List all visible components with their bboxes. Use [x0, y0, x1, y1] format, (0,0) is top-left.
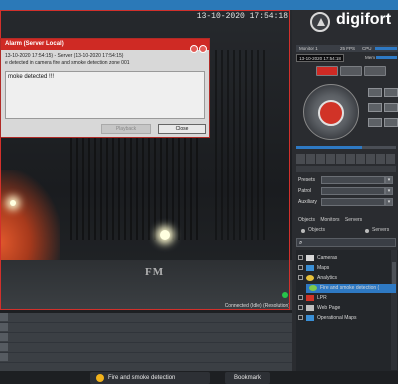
expand-icon[interactable] — [298, 295, 303, 301]
preset-keypad[interactable] — [296, 154, 396, 164]
tab-objects[interactable]: Objects — [298, 217, 315, 223]
expand-icon[interactable] — [298, 305, 303, 311]
iris-open-button[interactable] — [368, 118, 382, 127]
patrol-select[interactable] — [321, 187, 385, 195]
log-row-icon — [0, 313, 8, 321]
tree-item-label: Analytics — [317, 275, 338, 281]
playback-button[interactable]: Playback — [101, 124, 151, 134]
presets-label: Presets — [298, 177, 315, 183]
taskbar-fire-detection-label: Fire and smoke detection — [108, 375, 176, 381]
ptz-speed-slider-fill — [296, 146, 362, 149]
tree-item-label: Maps — [317, 265, 330, 271]
log-row[interactable] — [0, 313, 292, 323]
zoom-out-button[interactable] — [384, 88, 398, 97]
expand-icon[interactable] — [298, 315, 303, 321]
presets-dropdown-arrow[interactable]: ▾ — [385, 176, 393, 184]
taskbar-bookmark-label: Bookmark — [233, 375, 261, 381]
collapse-icon[interactable] — [298, 275, 303, 281]
tree-item-cameras[interactable]: Cameras — [296, 254, 390, 263]
log-row[interactable] — [0, 323, 292, 333]
tree-item-lpr[interactable]: LPR — [296, 294, 390, 303]
tab-servers[interactable]: Servers — [345, 217, 362, 223]
log-row-icon — [0, 323, 8, 331]
auxiliary-select[interactable] — [321, 198, 385, 206]
tree-item-label: LPR — [317, 295, 327, 301]
log-row-icon — [0, 333, 8, 341]
analytics-object-icon — [309, 284, 317, 291]
taskbar-fire-detection-button[interactable]: Fire and smoke detection — [90, 372, 210, 384]
log-row[interactable] — [0, 353, 292, 363]
tab-monitors[interactable]: Monitors — [320, 217, 339, 223]
monitor-label: Monitor 1 — [299, 46, 318, 51]
taskbar: Fire and smoke detection Bookmark — [0, 371, 398, 384]
search-icon: ⌕ — [299, 240, 303, 246]
close-icon[interactable] — [199, 45, 207, 53]
taskbar-bookmark-button[interactable]: Bookmark — [225, 372, 270, 384]
tree-item-analytics[interactable]: Analytics — [296, 274, 390, 283]
focus-near-button[interactable] — [368, 103, 382, 112]
logo-text: digifort — [336, 11, 392, 28]
minimize-icon[interactable] — [190, 45, 198, 53]
ptz-center-button[interactable] — [318, 100, 344, 126]
map-icon — [306, 264, 314, 271]
auxiliary-dropdown-arrow[interactable]: ▾ — [385, 198, 393, 206]
log-row-icon — [0, 343, 8, 351]
objects-radio-label: Objects — [308, 227, 325, 233]
analytics-icon — [306, 274, 314, 281]
alarm-time-line: 13-10-2020 17:54:15) - Server (13-10-202… — [5, 53, 124, 59]
object-search-input[interactable]: ⌕ — [296, 238, 396, 247]
zoom-in-button[interactable] — [368, 88, 382, 97]
patrol-label: Patrol — [298, 188, 312, 194]
event-log — [0, 313, 292, 371]
ptz-presets-tab[interactable] — [340, 66, 362, 76]
objects-radio[interactable] — [301, 229, 305, 233]
alarm-dialog-window-controls — [189, 40, 207, 58]
cpu-label: CPU — [362, 46, 372, 51]
camera-icon — [306, 254, 314, 261]
expand-icon[interactable] — [298, 255, 303, 261]
close-button[interactable]: Close — [158, 124, 206, 134]
patrol-dropdown-arrow[interactable]: ▾ — [385, 187, 393, 195]
log-row-icon — [0, 353, 8, 361]
tree-item-web-page[interactable]: Web Page — [296, 304, 390, 313]
ptz-control-tab[interactable] — [316, 66, 338, 76]
presets-select[interactable] — [321, 176, 385, 184]
panel-timestamp: 13-10-2020 17:54:18 — [296, 54, 344, 62]
tree-item-label: Web Page — [317, 305, 341, 311]
tree-item-label: Operational Maps — [317, 315, 357, 321]
lpr-icon — [306, 294, 314, 301]
mem-usage-bar — [376, 56, 397, 59]
tree-item-fire-smoke-detection[interactable]: Fire and smoke detection ( — [306, 284, 396, 293]
fps-label: 25 FPS — [340, 46, 356, 51]
iris-close-button[interactable] — [384, 118, 398, 127]
tree-item-label: Cameras — [317, 255, 338, 261]
mem-label: Mem — [365, 55, 375, 60]
alarm-message: moke detected !!! — [8, 74, 55, 80]
cpu-usage-bar — [375, 47, 397, 50]
alarm-dialog[interactable]: Alarm (Server Local) 13-10-2020 17:54:15… — [0, 38, 210, 138]
alarm-message-area: moke detected !!! — [5, 71, 205, 119]
tree-item-label: Fire and smoke detection ( — [320, 285, 380, 291]
log-row[interactable] — [0, 333, 292, 343]
digifort-logo-icon — [310, 12, 330, 32]
focus-far-button[interactable] — [384, 103, 398, 112]
top-band — [0, 0, 398, 10]
alert-icon — [96, 374, 104, 382]
alarm-dialog-title[interactable]: Alarm (Server Local) — [1, 39, 209, 50]
tree-item-maps[interactable]: Maps — [296, 264, 390, 273]
expand-icon[interactable] — [298, 265, 303, 271]
log-row[interactable] — [0, 343, 292, 353]
servers-radio-label: Servers — [372, 227, 390, 233]
auxiliary-label: Auxiliary — [298, 199, 317, 205]
alarm-description-line: e detected in camera fire and smoke dete… — [5, 60, 130, 66]
object-tabs: Objects Monitors Servers — [298, 217, 366, 223]
operational-map-icon — [306, 314, 314, 321]
servers-radio[interactable] — [365, 229, 369, 233]
ptz-audio-tab[interactable] — [364, 66, 386, 76]
tree-item-operational-maps[interactable]: Operational Maps — [296, 314, 390, 323]
preset-keypad-row2[interactable] — [296, 166, 396, 172]
web-page-icon — [306, 304, 314, 311]
